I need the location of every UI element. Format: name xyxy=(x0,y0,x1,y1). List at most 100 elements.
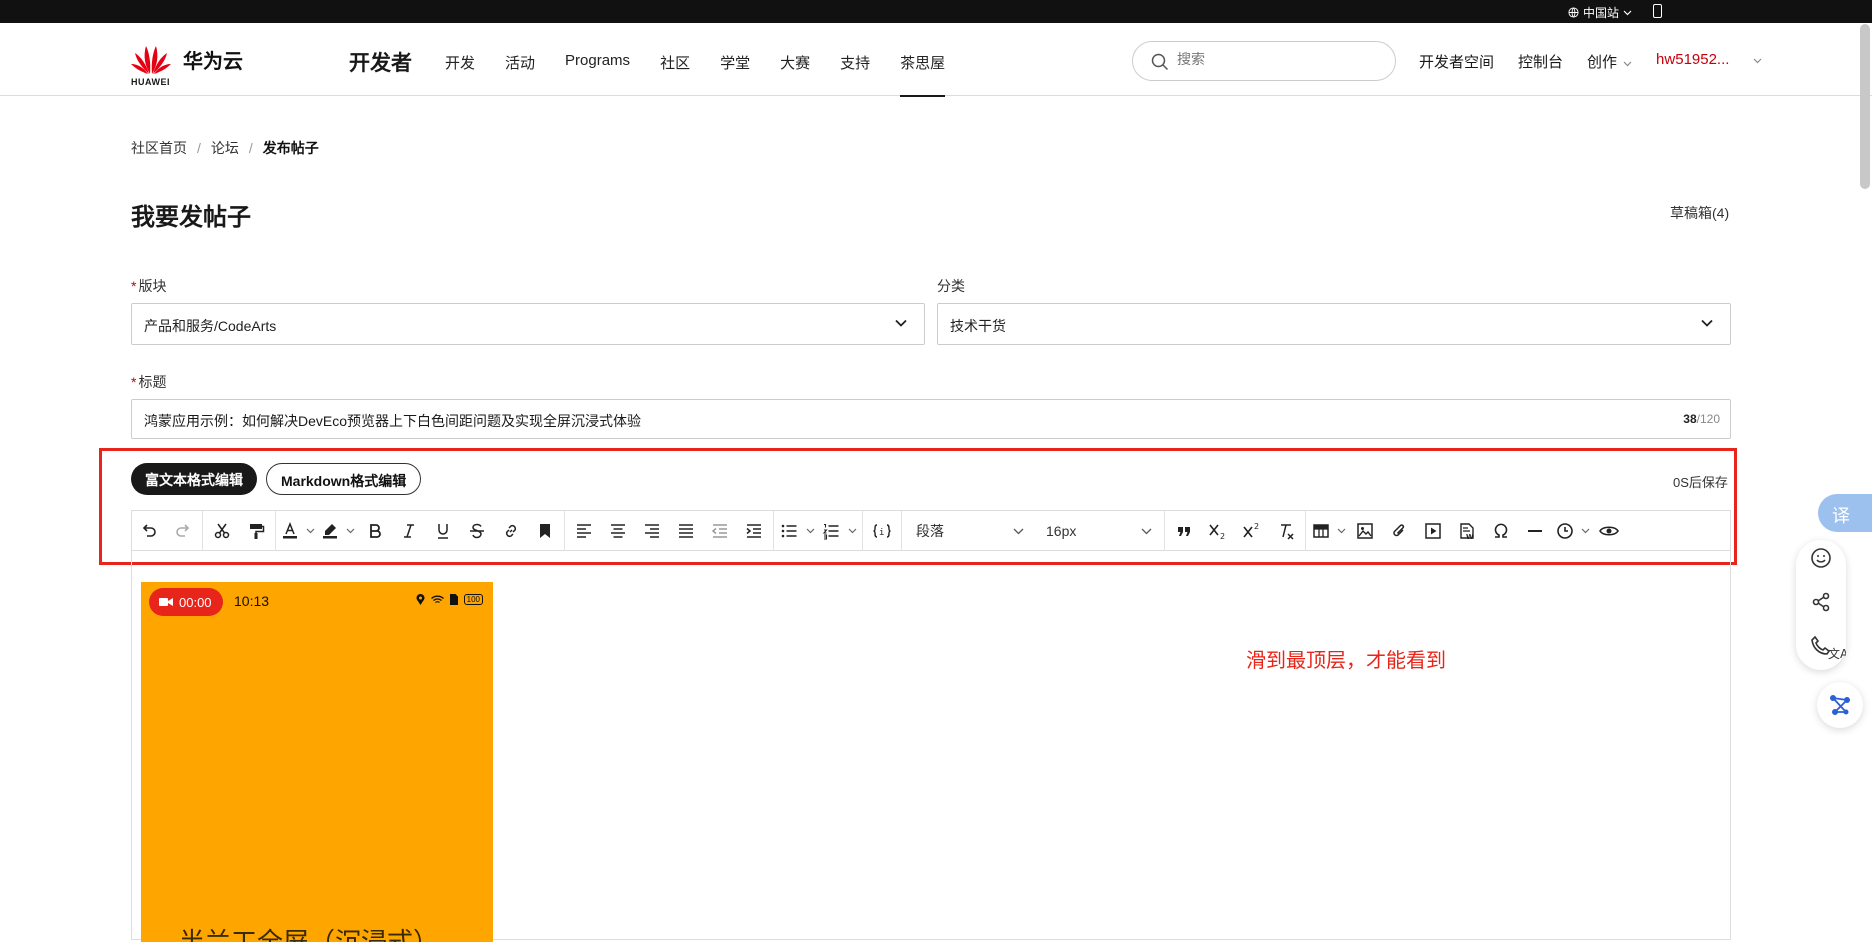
format-painter-icon[interactable] xyxy=(239,514,273,548)
nav-item-tea-house[interactable]: 茶思屋 xyxy=(900,52,946,97)
phone-content-text: 半兰工全屏（沉浸式） xyxy=(179,927,440,942)
font-size-select[interactable]: 16px xyxy=(1034,511,1162,551)
table-icon[interactable] xyxy=(1308,514,1334,548)
network-icon xyxy=(1830,695,1850,715)
huawei-cloud-logo[interactable]: 华为云 HUAWEI xyxy=(131,39,243,87)
svg-text:2: 2 xyxy=(1254,522,1259,531)
cut-icon[interactable] xyxy=(205,514,239,548)
nav-item-contest[interactable]: 大赛 xyxy=(780,52,810,96)
clear-format-icon[interactable] xyxy=(1269,514,1303,548)
bold-icon[interactable] xyxy=(358,514,392,548)
main-nav: 开发 活动 Programs 社区 学堂 大赛 支持 茶思屋 xyxy=(445,52,975,97)
clock-icon[interactable] xyxy=(1552,514,1578,548)
code-block-icon[interactable]: i xyxy=(865,514,899,548)
attachment-icon[interactable] xyxy=(1382,514,1416,548)
username: hw51952... xyxy=(1656,51,1730,68)
redo-icon[interactable] xyxy=(166,514,200,548)
mobile-icon[interactable] xyxy=(1653,4,1662,18)
search-input[interactable] xyxy=(1177,51,1377,67)
strikethrough-icon[interactable] xyxy=(460,514,494,548)
top-bar: 中国站 xyxy=(0,0,1872,23)
align-right-icon[interactable] xyxy=(635,514,669,548)
phone-status-icons: 100 xyxy=(416,594,483,605)
align-justify-icon[interactable] xyxy=(669,514,703,548)
console-link[interactable]: 控制台 xyxy=(1518,51,1563,72)
numbered-list-icon[interactable] xyxy=(818,514,844,548)
breadcrumb-forum[interactable]: 论坛 xyxy=(211,140,239,156)
share-icon[interactable] xyxy=(1809,590,1833,614)
breadcrumb-home[interactable]: 社区首页 xyxy=(131,140,187,156)
title-input[interactable]: 鸿蒙应用示例：如何解决DevEco预览器上下白色间距问题及实现全屏沉浸式体验 3… xyxy=(131,399,1731,439)
drafts-link[interactable]: 草稿箱(4) xyxy=(1670,203,1729,223)
chevron-down-icon[interactable] xyxy=(802,514,818,548)
chevron-down-icon[interactable] xyxy=(1334,514,1348,548)
superscript-icon[interactable]: 2 xyxy=(1235,514,1269,548)
battery-icon: 100 xyxy=(463,594,483,605)
chevron-down-icon[interactable] xyxy=(1578,514,1592,548)
align-left-icon[interactable] xyxy=(567,514,601,548)
underline-icon[interactable] xyxy=(426,514,460,548)
preview-eye-icon[interactable] xyxy=(1592,514,1626,548)
region-selector[interactable]: 中国站 xyxy=(1568,4,1632,21)
nav-item-community[interactable]: 社区 xyxy=(660,52,690,96)
import-word-icon[interactable]: W xyxy=(1450,514,1484,548)
title-char-count: 38/120 xyxy=(1683,412,1720,426)
bookmark-icon[interactable] xyxy=(528,514,562,548)
chevron-down-icon xyxy=(895,319,907,327)
category-select[interactable]: 技术干货 xyxy=(937,303,1731,345)
font-color-icon[interactable] xyxy=(278,514,302,548)
nav-item-activity[interactable]: 活动 xyxy=(505,52,535,96)
translate-label: 译 xyxy=(1832,506,1850,526)
search-box[interactable] xyxy=(1132,41,1396,81)
recording-time: 00:00 xyxy=(179,594,212,610)
title-label: * 标题 xyxy=(131,374,167,390)
paragraph-style-select[interactable]: 段落 xyxy=(904,511,1034,551)
section-select[interactable]: 产品和服务/CodeArts xyxy=(131,303,925,345)
category-value: 技术干货 xyxy=(950,318,1006,334)
highlight-color-icon[interactable] xyxy=(318,514,342,548)
svg-text:i: i xyxy=(879,528,884,538)
markdown-mode-button[interactable]: Markdown格式编辑 xyxy=(266,463,422,495)
richtext-mode-button[interactable]: 富文本格式编辑 xyxy=(131,463,257,495)
chevron-down-icon[interactable] xyxy=(342,514,358,548)
nav-item-academy[interactable]: 学堂 xyxy=(720,52,750,96)
video-icon[interactable] xyxy=(1416,514,1450,548)
smile-icon[interactable] xyxy=(1809,546,1833,570)
blockquote-icon[interactable] xyxy=(1167,514,1201,548)
nav-item-support[interactable]: 支持 xyxy=(840,52,870,96)
italic-icon[interactable] xyxy=(392,514,426,548)
outdent-icon[interactable] xyxy=(703,514,737,548)
user-menu[interactable]: hw51952... xyxy=(1656,51,1762,72)
category-label: 分类 xyxy=(937,278,965,294)
svg-text:2: 2 xyxy=(1220,532,1225,540)
link-icon[interactable] xyxy=(494,514,528,548)
developer-title[interactable]: 开发者 xyxy=(349,47,412,77)
paragraph-style-value: 段落 xyxy=(916,522,944,539)
page-scrollbar[interactable] xyxy=(1860,24,1870,189)
phone-clock: 10:13 xyxy=(234,593,270,609)
bullet-list-icon[interactable] xyxy=(776,514,802,548)
horizontal-rule-icon[interactable] xyxy=(1518,514,1552,548)
recording-badge: 00:00 xyxy=(149,588,223,616)
image-icon[interactable] xyxy=(1348,514,1382,548)
translate-button[interactable]: 译 xyxy=(1818,494,1872,532)
developer-space-link[interactable]: 开发者空间 xyxy=(1419,51,1494,72)
autosave-status: 0S后保存 xyxy=(1673,475,1728,490)
chevron-down-icon xyxy=(1754,58,1762,64)
special-char-icon[interactable] xyxy=(1484,514,1518,548)
chevron-down-icon[interactable] xyxy=(844,514,860,548)
font-size-value: 16px xyxy=(1046,522,1077,539)
undo-icon[interactable] xyxy=(132,514,166,548)
chevron-down-icon xyxy=(1623,61,1632,67)
align-center-icon[interactable] xyxy=(601,514,635,548)
subscript-icon[interactable]: 2 xyxy=(1201,514,1235,548)
ai-assistant-button[interactable] xyxy=(1817,682,1863,728)
breadcrumb-current: 发布帖子 xyxy=(262,140,319,156)
translate-small-icon[interactable]: 文A xyxy=(1828,645,1846,661)
nav-item-programs[interactable]: Programs xyxy=(565,52,630,96)
create-menu[interactable]: 创作 xyxy=(1587,51,1632,72)
video-camera-icon xyxy=(159,598,173,606)
indent-icon[interactable] xyxy=(737,514,771,548)
chevron-down-icon[interactable] xyxy=(302,514,318,548)
nav-item-develop[interactable]: 开发 xyxy=(445,52,475,96)
